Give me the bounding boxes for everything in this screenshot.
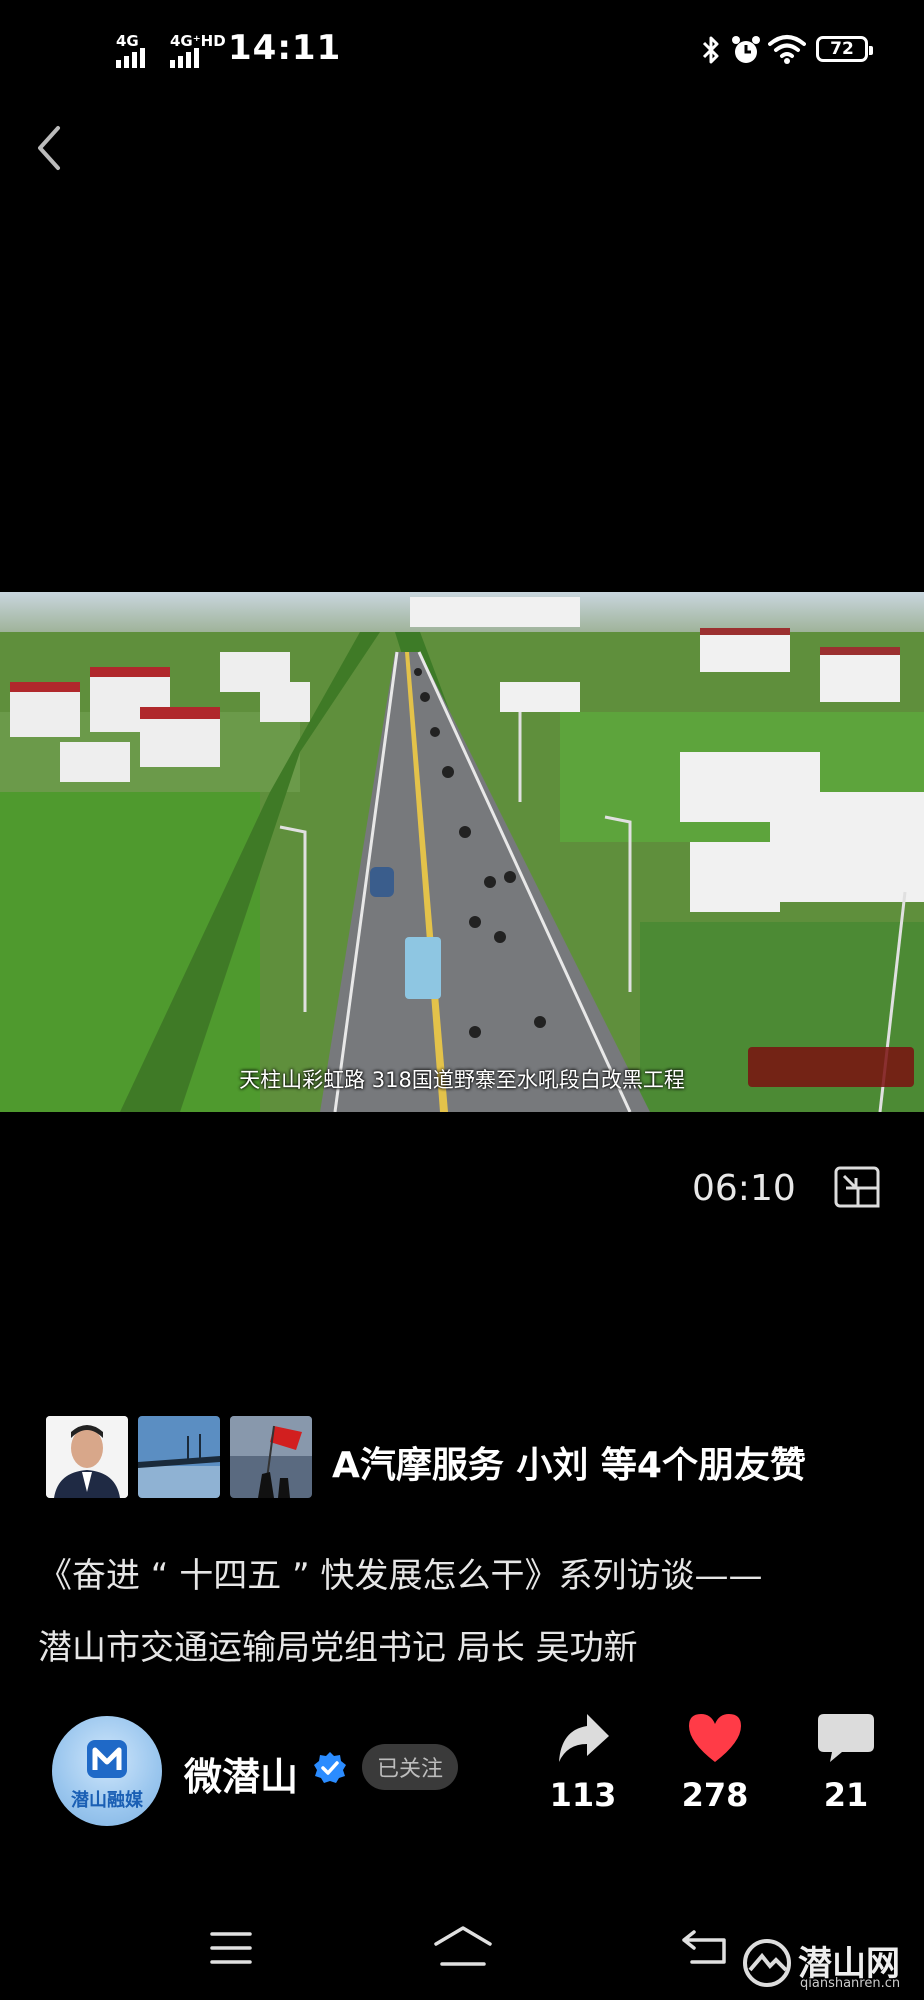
friend-avatar[interactable] xyxy=(46,1416,128,1498)
video-frame xyxy=(0,592,924,1112)
signal-icon: 4G xyxy=(116,32,145,68)
status-bar: 4G 4G⁺HD 14:11 72 xyxy=(0,0,924,100)
follow-status-button[interactable]: 已关注 xyxy=(362,1744,458,1790)
watermark-url: qianshanren.cn xyxy=(800,1976,901,1991)
post-title-line: 《奋进 “ 十四五 ” 快发展怎么干》系列访谈—— xyxy=(38,1556,763,1596)
battery-indicator: 72 xyxy=(816,36,873,62)
author-name[interactable]: 微潜山 xyxy=(184,1746,298,1801)
status-time: 14:11 xyxy=(228,28,342,68)
liked-by-friends[interactable]: A汽摩服务 小刘 等4个朋友赞 xyxy=(332,1436,806,1488)
video-duration: 06:10 xyxy=(692,1168,796,1209)
friend-avatar[interactable] xyxy=(138,1416,220,1498)
watermark: 潜山网 qianshanren.cn xyxy=(742,1936,918,1996)
like-count: 278 xyxy=(681,1776,749,1814)
signal-label-2: 4G⁺HD xyxy=(170,32,226,50)
like-button[interactable]: 278 xyxy=(655,1710,775,1814)
home-nav-button[interactable] xyxy=(432,1924,494,1968)
author-avatar-label: 潜山融媒 xyxy=(71,1790,143,1811)
alarm-icon xyxy=(732,36,760,63)
back-nav-button[interactable] xyxy=(680,1926,730,1968)
share-button[interactable]: 113 xyxy=(523,1710,643,1814)
wifi-icon xyxy=(768,35,806,64)
verified-icon xyxy=(314,1752,346,1783)
friend-avatar-image xyxy=(46,1416,128,1498)
post-title-line: 潜山市交通运输局党组书记 局长 吴功新 xyxy=(38,1628,638,1668)
friend-avatar-image xyxy=(230,1416,312,1498)
video-player[interactable]: 天柱山彩虹路 318国道野寨至水吼段白改黑工程 xyxy=(0,592,924,1112)
friend-avatar-image xyxy=(138,1416,220,1498)
bluetooth-icon xyxy=(702,36,719,64)
back-button[interactable] xyxy=(34,124,64,172)
comment-count: 21 xyxy=(823,1776,869,1814)
author-avatar[interactable]: 潜山融媒 xyxy=(52,1716,162,1826)
share-icon xyxy=(559,1714,609,1762)
share-count: 113 xyxy=(549,1776,617,1814)
comment-icon xyxy=(818,1714,874,1762)
menu-nav-button[interactable] xyxy=(208,1928,254,1968)
post-title: 《奋进 “ 十四五 ” 快发展怎么干》系列访谈—— 潜山市交通运输局党组书记 局… xyxy=(38,1540,898,1684)
comment-button[interactable]: 21 xyxy=(786,1710,906,1814)
heart-icon xyxy=(689,1714,741,1762)
fullscreen-exit-icon[interactable] xyxy=(834,1166,880,1208)
friend-avatar[interactable] xyxy=(230,1416,312,1498)
signal-label: 4G xyxy=(116,32,139,50)
signal-icon-2: 4G⁺HD xyxy=(170,32,226,68)
watermark-logo-icon xyxy=(743,1939,791,1987)
video-subtitle: 天柱山彩虹路 318国道野寨至水吼段白改黑工程 xyxy=(239,1068,685,1092)
